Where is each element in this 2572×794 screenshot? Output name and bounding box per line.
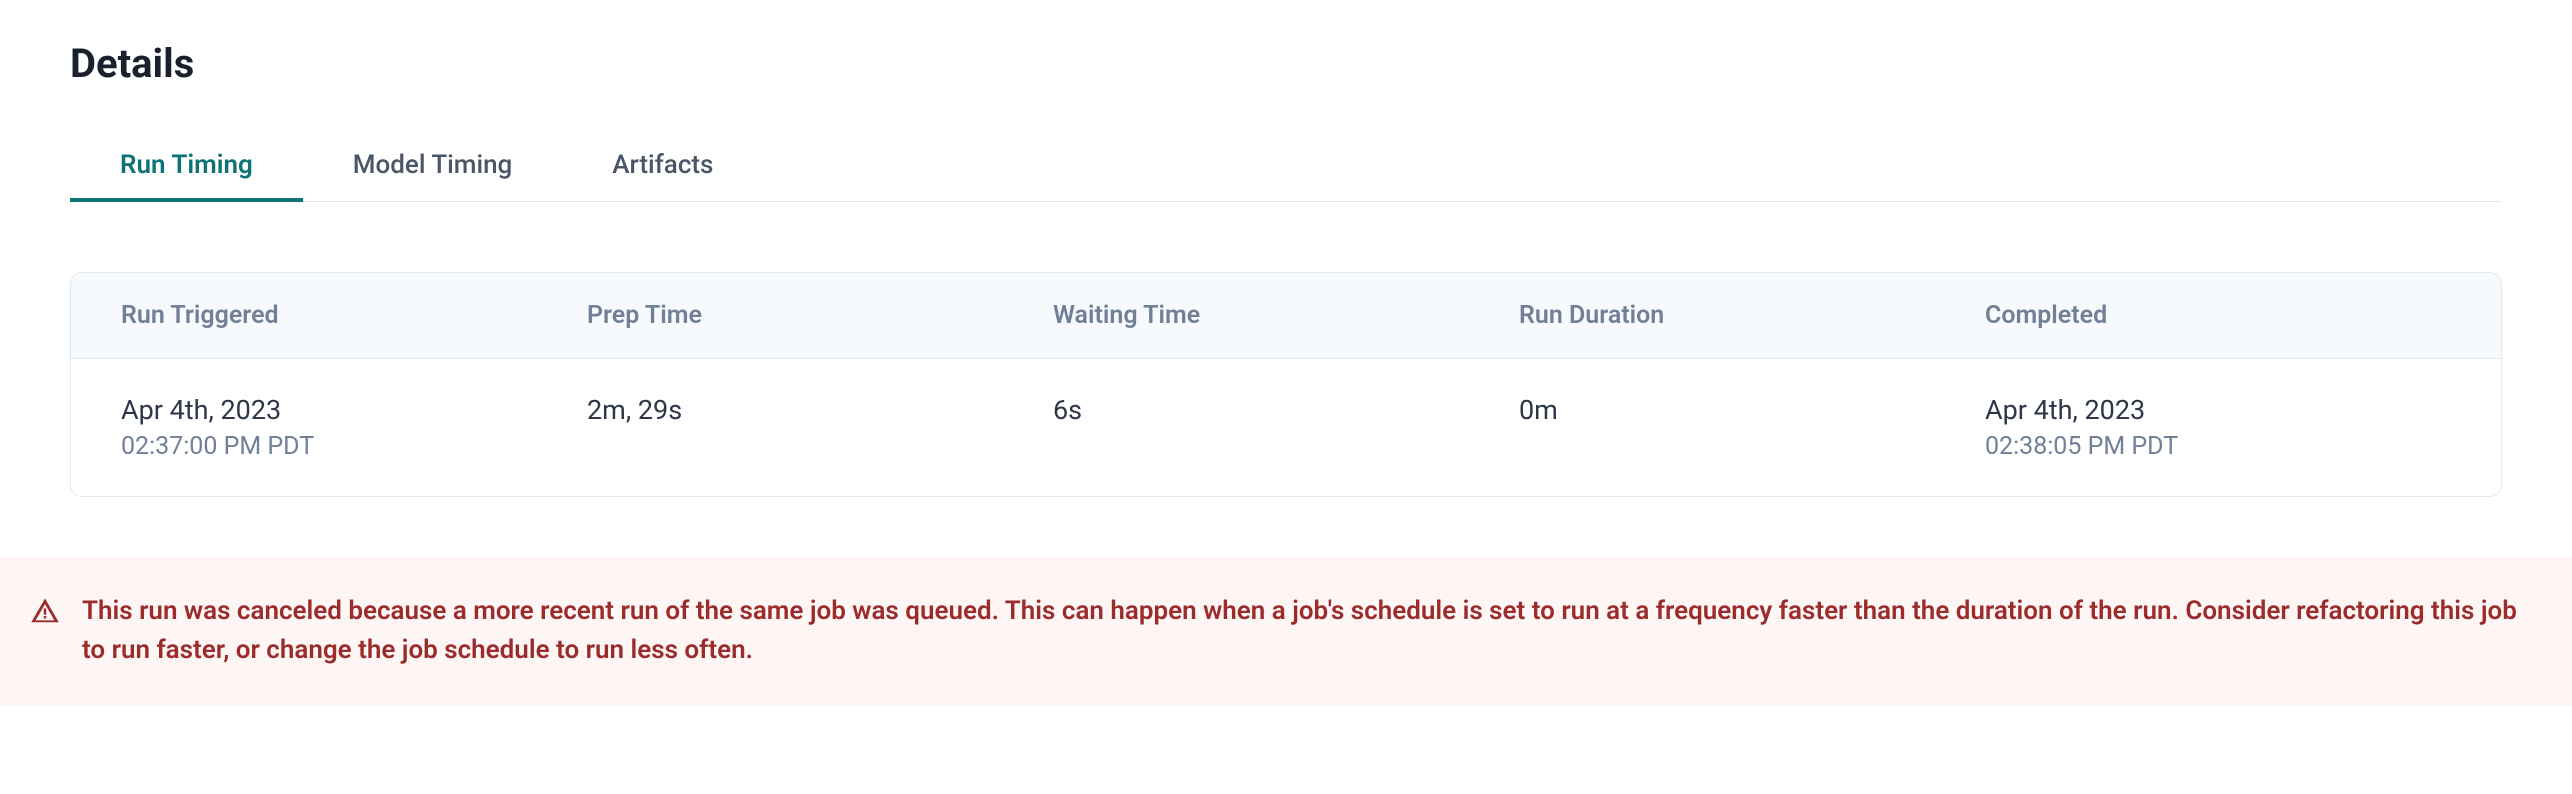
completed-date: Apr 4th, 2023 xyxy=(1985,394,2451,426)
alert-banner: This run was canceled because a more rec… xyxy=(0,557,2572,705)
cell-duration: 0m xyxy=(1519,394,1985,426)
tabs-container: Run Timing Model Timing Artifacts xyxy=(70,132,2502,202)
triggered-date: Apr 4th, 2023 xyxy=(121,394,587,426)
tab-artifacts[interactable]: Artifacts xyxy=(562,132,763,202)
cell-completed: Apr 4th, 2023 02:38:05 PM PDT xyxy=(1985,394,2451,461)
col-header-duration: Run Duration xyxy=(1519,301,1985,330)
col-header-prep: Prep Time xyxy=(587,301,1053,330)
col-header-waiting: Waiting Time xyxy=(1053,301,1519,330)
cell-prep: 2m, 29s xyxy=(587,394,1053,426)
cell-waiting: 6s xyxy=(1053,394,1519,426)
completed-time: 02:38:05 PM PDT xyxy=(1985,432,2451,461)
waiting-time-value: 6s xyxy=(1053,394,1082,426)
col-header-completed: Completed xyxy=(1985,301,2451,330)
table-header: Run Triggered Prep Time Waiting Time Run… xyxy=(71,273,2501,359)
details-table: Run Triggered Prep Time Waiting Time Run… xyxy=(70,272,2502,497)
col-header-triggered: Run Triggered xyxy=(121,301,587,330)
prep-time-value: 2m, 29s xyxy=(587,394,682,426)
warning-icon xyxy=(30,592,60,630)
alert-message: This run was canceled because a more rec… xyxy=(82,592,2542,670)
tab-run-timing[interactable]: Run Timing xyxy=(70,132,303,202)
table-row: Apr 4th, 2023 02:37:00 PM PDT 2m, 29s 6s… xyxy=(71,359,2501,496)
run-duration-value: 0m xyxy=(1519,394,1558,426)
cell-triggered: Apr 4th, 2023 02:37:00 PM PDT xyxy=(121,394,587,461)
page-title: Details xyxy=(70,40,2502,87)
tab-model-timing[interactable]: Model Timing xyxy=(303,132,563,202)
triggered-time: 02:37:00 PM PDT xyxy=(121,432,587,461)
